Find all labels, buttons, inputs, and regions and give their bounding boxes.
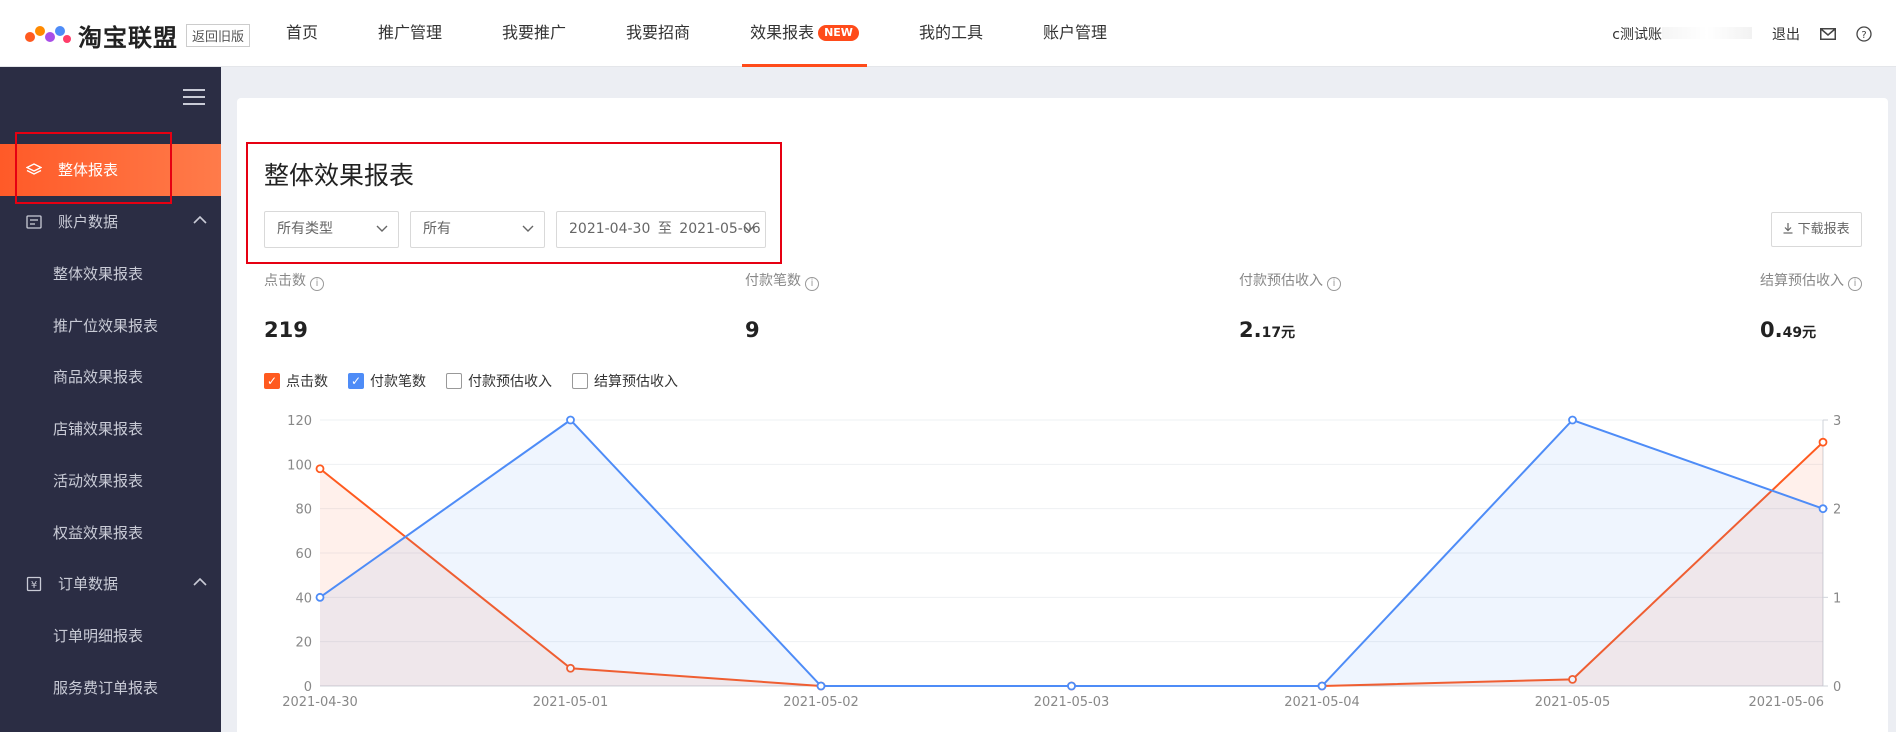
sidebar-subitem-overall-effect[interactable]: 整体效果报表 xyxy=(0,248,221,300)
data-point xyxy=(1818,437,1828,447)
sidebar-subitem-service-fee-order[interactable]: 服务费订单报表 xyxy=(0,662,221,714)
old-version-link[interactable]: 返回旧版 xyxy=(186,24,251,47)
legend-paid-estimated-income[interactable]: 付款预估收入 xyxy=(446,371,552,391)
mail-icon[interactable] xyxy=(1820,27,1836,40)
trend-chart: 0 20 40 60 80 100 120 0 1 2 3 2021-04-30 2021-05-01 2… xyxy=(282,414,1841,710)
x-tick-label: 2021-05-02 xyxy=(783,695,859,710)
info-icon[interactable]: i xyxy=(1848,277,1862,291)
download-report-button[interactable]: 下载报表 xyxy=(1771,212,1862,247)
checkbox-checked-icon[interactable]: ✓ xyxy=(264,373,280,389)
data-point xyxy=(1067,681,1076,691)
nav-home[interactable]: 首页 xyxy=(256,0,348,67)
data-point xyxy=(1568,415,1577,425)
sidebar-item-order-data[interactable]: ¥ 订单数据 xyxy=(0,558,221,610)
y-left-tick-label: 0 xyxy=(304,680,312,695)
legend-clicks[interactable]: ✓ 点击数 xyxy=(264,371,328,391)
metric-paid-orders: 付款笔数 i 9 xyxy=(745,270,819,342)
chevron-down-icon xyxy=(743,225,755,232)
y-left-tick-label: 20 xyxy=(295,636,312,651)
data-point xyxy=(566,415,575,425)
x-tick-label: 2021-05-06 xyxy=(1748,695,1824,710)
info-icon[interactable]: i xyxy=(805,277,819,291)
checkbox-icon[interactable] xyxy=(572,373,588,389)
highlight-box xyxy=(15,132,172,204)
nav-promotion-management[interactable]: 推广管理 xyxy=(348,0,472,67)
y-left-tick-label: 40 xyxy=(295,591,312,606)
sidebar-subitem-rights-effect[interactable]: 权益效果报表 xyxy=(0,507,221,559)
hamburger-icon[interactable] xyxy=(183,89,205,107)
brand-name: 淘宝联盟 xyxy=(78,24,178,52)
info-icon[interactable]: i xyxy=(1327,277,1341,291)
data-point xyxy=(1818,504,1828,514)
nav-tools[interactable]: 我的工具 xyxy=(889,0,1013,67)
sidebar-subitem-order-detail[interactable]: 订单明细报表 xyxy=(0,610,221,662)
download-icon xyxy=(1783,223,1793,234)
page-title: 整体效果报表 xyxy=(264,161,415,190)
date-range-picker[interactable]: 2021-04-30 至 2021-05-06 xyxy=(556,211,766,248)
metric-paid-estimated-income: 付款预估收入 i 2.17元 xyxy=(1239,270,1341,342)
sidebar-subitem-item-effect[interactable]: 商品效果报表 xyxy=(0,351,221,403)
top-nav: 首页 推广管理 我要推广 我要招商 效果报表 NEW 我的工具 账户管理 xyxy=(256,0,1137,67)
checkbox-icon[interactable] xyxy=(446,373,462,389)
nav-promote[interactable]: 我要推广 xyxy=(472,0,596,67)
x-tick-label: 2021-05-04 xyxy=(1284,695,1360,710)
x-tick-label: 2021-05-01 xyxy=(533,695,609,710)
chevron-down-icon xyxy=(522,225,534,232)
legend-settled-estimated-income[interactable]: 结算预估收入 xyxy=(572,371,678,391)
nav-account[interactable]: 账户管理 xyxy=(1013,0,1137,67)
x-tick-label: 2021-04-30 xyxy=(282,695,358,710)
svg-text:¥: ¥ xyxy=(31,580,37,591)
y-right-tick-label: 0 xyxy=(1833,680,1841,695)
new-badge: NEW xyxy=(818,25,859,41)
data-point xyxy=(1317,681,1327,691)
top-bar: 淘宝联盟 返回旧版 首页 推广管理 我要推广 我要招商 效果报表 NEW 我的工具… xyxy=(0,0,1896,67)
sidebar-subitem-adzone-effect[interactable]: 推广位效果报表 xyxy=(0,300,221,352)
type-select[interactable]: 所有类型 xyxy=(264,211,399,248)
y-left-tick-label: 60 xyxy=(295,547,312,562)
sidebar-item-label: 订单数据 xyxy=(58,575,119,593)
checkbox-checked-icon[interactable]: ✓ xyxy=(348,373,364,389)
data-point xyxy=(315,592,325,602)
nav-merchant-recruit[interactable]: 我要招商 xyxy=(596,0,720,67)
y-left-tick-label: 100 xyxy=(287,458,312,473)
x-tick-label: 2021-05-03 xyxy=(1034,695,1110,710)
svg-text:?: ? xyxy=(1861,30,1866,41)
chevron-down-icon xyxy=(376,225,388,232)
chevron-up-icon xyxy=(193,577,207,586)
y-left-tick-label: 80 xyxy=(295,503,312,518)
legend-paid-orders[interactable]: ✓ 付款笔数 xyxy=(348,371,426,391)
nav-reports[interactable]: 效果报表 NEW xyxy=(720,0,889,67)
sidebar-subitem-shop-effect[interactable]: 店铺效果报表 xyxy=(0,403,221,455)
y-right-tick-label: 1 xyxy=(1833,591,1841,606)
y-right-tick-label: 3 xyxy=(1833,414,1841,429)
taobao-union-logo-icon xyxy=(25,25,71,43)
account-icon xyxy=(26,215,42,229)
sidebar-subitem-activity-effect[interactable]: 活动效果报表 xyxy=(0,455,221,507)
help-icon[interactable]: ? xyxy=(1856,25,1872,42)
logo[interactable]: 淘宝联盟 返回旧版 xyxy=(24,18,251,53)
chart-legend: ✓ 点击数 ✓ 付款笔数 付款预估收入 结算预估收入 xyxy=(264,371,678,391)
data-point xyxy=(816,681,826,691)
data-point xyxy=(315,464,325,474)
metric-settled-estimated-income: 结算预估收入 i 0.49元 xyxy=(1760,270,1862,342)
scope-select[interactable]: 所有 xyxy=(410,211,545,248)
x-tick-label: 2021-05-05 xyxy=(1535,695,1611,710)
metric-clicks: 点击数 i 219 xyxy=(264,270,324,342)
user-area: c测试账 退出 ? xyxy=(1612,0,1872,67)
chevron-up-icon xyxy=(193,215,207,224)
order-icon: ¥ xyxy=(26,576,42,592)
user-name[interactable]: c测试账 xyxy=(1612,24,1752,44)
y-right-tick-label: 2 xyxy=(1833,503,1841,518)
masked-user-info xyxy=(1662,26,1752,39)
y-left-tick-label: 120 xyxy=(287,414,312,429)
logout-link[interactable]: 退出 xyxy=(1772,24,1800,44)
info-icon[interactable]: i xyxy=(310,277,324,291)
